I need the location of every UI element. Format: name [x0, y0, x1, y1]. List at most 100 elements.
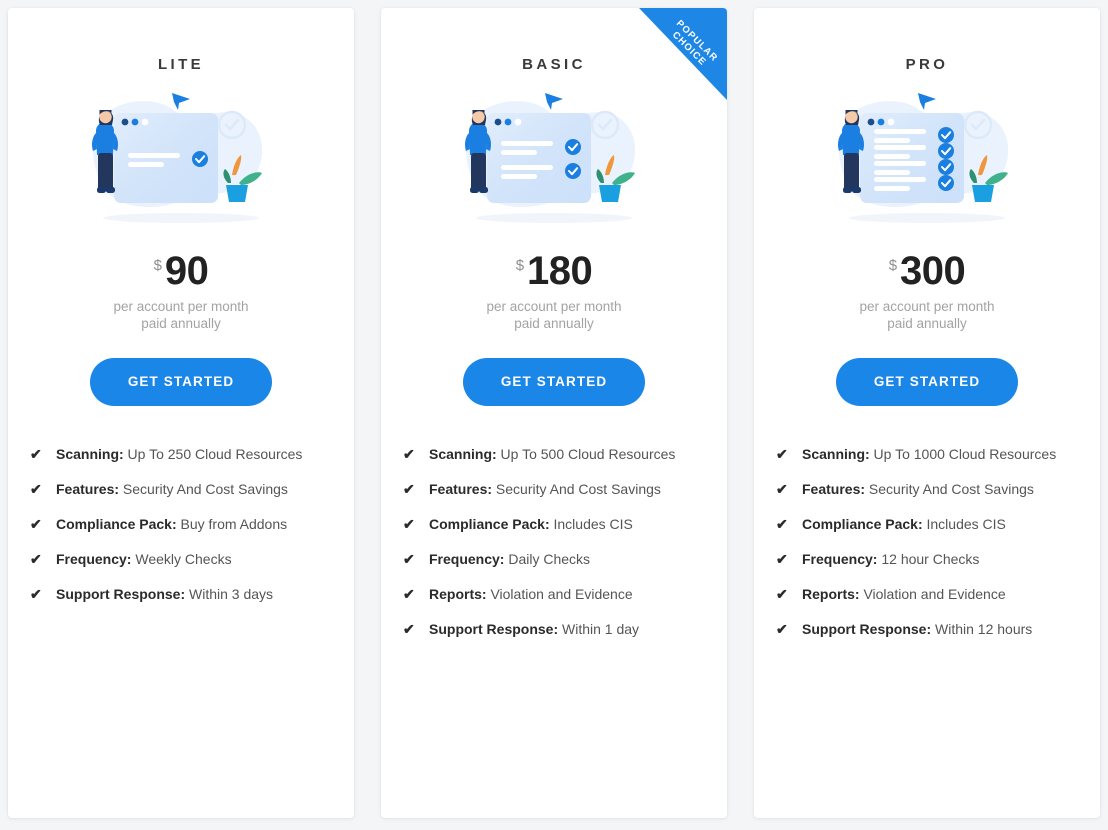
- price-amount: 300: [900, 249, 966, 293]
- cta-wrapper: GET STARTED: [776, 358, 1078, 406]
- check-icon: ✔: [776, 551, 788, 567]
- price-block: $ 90 per account per month paid annually: [30, 251, 332, 332]
- check-icon: ✔: [776, 621, 788, 637]
- feature-item: ✔ Compliance Pack: Buy from Addons: [30, 509, 332, 539]
- feature-label: Support Response:: [56, 586, 186, 602]
- price-block: $ 300 per account per month paid annuall…: [776, 251, 1078, 332]
- price-subtext-line2: paid annually: [514, 316, 594, 331]
- feature-item: ✔ Reports: Violation and Evidence: [776, 579, 1078, 609]
- price-subtext-line1: per account per month: [859, 299, 995, 314]
- currency-symbol: $: [888, 257, 898, 274]
- feature-value: Up To 500 Cloud Resources: [496, 446, 676, 462]
- feature-value: Within 1 day: [558, 621, 640, 637]
- feature-item: ✔ Frequency: Weekly Checks: [30, 544, 332, 574]
- feature-value: Includes CIS: [549, 516, 633, 532]
- feature-value: Up To 250 Cloud Resources: [123, 446, 303, 462]
- feature-value: Up To 1000 Cloud Resources: [869, 446, 1057, 462]
- currency-symbol: $: [153, 257, 162, 274]
- price-subtext: per account per month paid annually: [30, 298, 332, 332]
- feature-label: Reports:: [802, 586, 860, 602]
- feature-value: Security And Cost Savings: [492, 481, 661, 497]
- check-icon: ✔: [403, 586, 415, 602]
- get-started-button-basic[interactable]: GET STARTED: [462, 358, 646, 406]
- check-icon: ✔: [403, 516, 415, 532]
- plan-card-pro: PRO $ 300 per account per month paid ann…: [754, 8, 1100, 818]
- feature-item: ✔ Support Response: Within 12 hours: [776, 614, 1078, 644]
- ribbon-label-line2: CHOICE: [669, 29, 709, 69]
- cta-wrapper: GET STARTED: [30, 358, 332, 406]
- feature-item: ✔ Features: Security And Cost Savings: [403, 474, 705, 504]
- feature-label: Compliance Pack:: [429, 516, 550, 532]
- plan-card-basic: POPULAR CHOICE BASIC $ 180 per account p…: [381, 8, 727, 818]
- feature-item: ✔ Scanning: Up To 500 Cloud Resources: [403, 439, 705, 469]
- check-icon: ✔: [30, 551, 42, 567]
- check-icon: ✔: [776, 481, 788, 497]
- feature-label: Compliance Pack:: [802, 516, 923, 532]
- cta-wrapper: GET STARTED: [403, 358, 705, 406]
- price-row: $ 90: [30, 251, 332, 291]
- feature-label: Features:: [802, 481, 866, 497]
- feature-item: ✔ Scanning: Up To 1000 Cloud Resources: [776, 439, 1078, 469]
- feature-item: ✔ Support Response: Within 3 days: [30, 579, 332, 609]
- feature-label: Support Response:: [429, 621, 559, 637]
- feature-value: Buy from Addons: [176, 516, 288, 532]
- price-subtext-line1: per account per month: [486, 299, 622, 314]
- check-icon: ✔: [30, 481, 42, 497]
- feature-label: Scanning:: [802, 446, 870, 462]
- feature-item: ✔ Compliance Pack: Includes CIS: [776, 509, 1078, 539]
- get-started-button-lite[interactable]: GET STARTED: [89, 358, 273, 406]
- check-icon: ✔: [776, 446, 788, 462]
- feature-label: Support Response:: [802, 621, 932, 637]
- pricing-plans-grid: LITE $ 90 per account per month paid ann…: [0, 0, 1108, 830]
- ribbon-label: POPULAR CHOICE: [651, 8, 727, 87]
- check-icon: ✔: [30, 446, 42, 462]
- feature-list: ✔ Scanning: Up To 1000 Cloud Resources ✔ Fe…: [776, 439, 1078, 649]
- price-subtext-line2: paid annually: [887, 316, 967, 331]
- pricing-person-checklist-illustration: [449, 87, 659, 237]
- price-subtext: per account per month paid annually: [403, 298, 705, 332]
- feature-value: Security And Cost Savings: [119, 481, 288, 497]
- check-icon: ✔: [30, 586, 42, 602]
- feature-value: 12 hour Checks: [877, 551, 980, 567]
- price-subtext-line2: paid annually: [141, 316, 221, 331]
- feature-item: ✔ Scanning: Up To 250 Cloud Resources: [30, 439, 332, 469]
- price-row: $ 180: [403, 251, 705, 291]
- feature-label: Frequency:: [56, 551, 132, 567]
- price-block: $ 180 per account per month paid annuall…: [403, 251, 705, 332]
- feature-item: ✔ Frequency: Daily Checks: [403, 544, 705, 574]
- plan-title: LITE: [157, 56, 205, 73]
- feature-label: Frequency:: [802, 551, 878, 567]
- plan-card-lite: LITE $ 90 per account per month paid ann…: [8, 8, 354, 818]
- feature-item: ✔ Features: Security And Cost Savings: [776, 474, 1078, 504]
- feature-value: Includes CIS: [922, 516, 1006, 532]
- plan-title: BASIC: [522, 56, 586, 73]
- price-subtext: per account per month paid annually: [776, 298, 1078, 332]
- feature-value: Weekly Checks: [131, 551, 232, 567]
- feature-label: Compliance Pack:: [56, 516, 177, 532]
- feature-value: Within 3 days: [185, 586, 274, 602]
- feature-label: Scanning:: [429, 446, 497, 462]
- feature-label: Reports:: [429, 586, 487, 602]
- feature-item: ✔ Compliance Pack: Includes CIS: [403, 509, 705, 539]
- check-icon: ✔: [776, 586, 788, 602]
- feature-item: ✔ Reports: Violation and Evidence: [403, 579, 705, 609]
- check-icon: ✔: [30, 516, 42, 532]
- check-icon: ✔: [403, 551, 415, 567]
- feature-label: Scanning:: [56, 446, 124, 462]
- feature-item: ✔ Support Response: Within 1 day: [403, 614, 705, 644]
- price-subtext-line1: per account per month: [113, 299, 249, 314]
- check-icon: ✔: [403, 621, 415, 637]
- feature-label: Features:: [429, 481, 493, 497]
- price-row: $ 300: [776, 251, 1078, 291]
- feature-item: ✔ Frequency: 12 hour Checks: [776, 544, 1078, 574]
- get-started-button-pro[interactable]: GET STARTED: [835, 358, 1019, 406]
- feature-value: Violation and Evidence: [486, 586, 633, 602]
- feature-value: Within 12 hours: [931, 621, 1033, 637]
- feature-item: ✔ Features: Security And Cost Savings: [30, 474, 332, 504]
- check-icon: ✔: [403, 446, 415, 462]
- check-icon: ✔: [776, 516, 788, 532]
- feature-value: Security And Cost Savings: [865, 481, 1034, 497]
- price-amount: 180: [527, 249, 593, 293]
- feature-label: Frequency:: [429, 551, 505, 567]
- check-icon: ✔: [403, 481, 415, 497]
